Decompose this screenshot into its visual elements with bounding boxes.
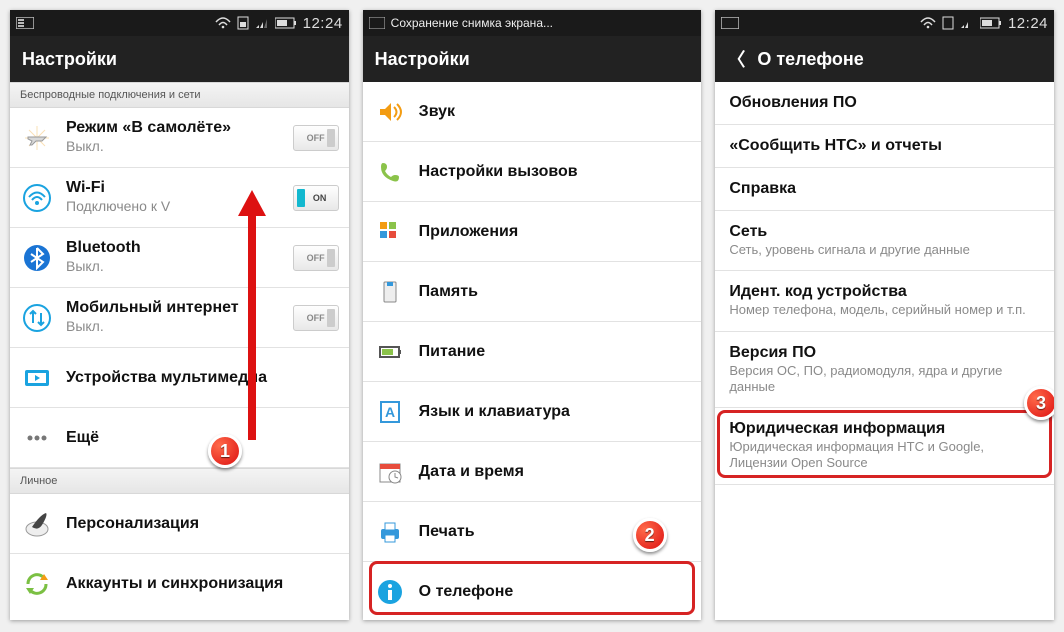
row-accounts[interactable]: Аккаунты и синхронизация [10, 554, 349, 614]
row-language[interactable]: A Язык и клавиатура [363, 382, 702, 442]
screenshot-2: Сохранение снимка экрана... Настройки Зв… [363, 10, 702, 620]
sync-icon [20, 567, 54, 601]
row-calls[interactable]: Настройки вызовов [363, 142, 702, 202]
info-icon [373, 575, 407, 609]
sound-icon [373, 95, 407, 129]
notification-icon [369, 17, 385, 29]
step-badge-2: 2 [633, 518, 667, 552]
row-sound[interactable]: Звук [363, 82, 702, 142]
row-device-id[interactable]: Идент. код устройства Номер телефона, мо… [715, 271, 1054, 331]
row-more[interactable]: Ещё [10, 408, 349, 468]
row-storage[interactable]: Память [363, 262, 702, 322]
data-toggle[interactable]: OFF [293, 305, 339, 331]
status-bar: 12:24 [715, 10, 1054, 36]
screenshot-1: 12:24 Настройки Беспроводные подключения… [10, 10, 349, 620]
wifi-toggle[interactable]: ON [293, 185, 339, 211]
wifi-icon [920, 17, 936, 29]
screen-title: Настройки [363, 36, 702, 82]
row-airplane[interactable]: Режим «В самолёте» Выкл. OFF [10, 108, 349, 168]
more-icon [20, 421, 54, 455]
storage-icon [373, 275, 407, 309]
row-mobile-data[interactable]: Мобильный интернет Выкл. OFF [10, 288, 349, 348]
row-apps[interactable]: Приложения [363, 202, 702, 262]
row-personalization[interactable]: Персонализация [10, 494, 349, 554]
wifi-icon [215, 17, 231, 29]
signal-icon [960, 17, 974, 29]
media-icon [20, 361, 54, 395]
row-legal[interactable]: Юридическая информация Юридическая инфор… [715, 408, 1054, 485]
wifi-icon [20, 181, 54, 215]
saving-text: Сохранение снимка экрана... [391, 16, 553, 30]
svg-text:A: A [385, 404, 395, 420]
battery-icon [980, 17, 1002, 29]
back-icon[interactable]: 〈 [727, 46, 747, 72]
airplane-toggle[interactable]: OFF [293, 125, 339, 151]
screen-title[interactable]: 〈 О телефоне [715, 36, 1054, 82]
bluetooth-icon [20, 241, 54, 275]
signal-icon [255, 17, 269, 29]
row-sw-version[interactable]: Версия ПО Версия ОС, ПО, радиомодуля, яд… [715, 332, 1054, 409]
row-report-htc[interactable]: «Сообщить HTC» и отчеты [715, 125, 1054, 168]
row-media[interactable]: Устройства мультимедиа [10, 348, 349, 408]
row-about[interactable]: О телефоне [363, 562, 702, 620]
section-personal: Личное [10, 468, 349, 494]
about-list: Обновления ПО «Сообщить HTC» и отчеты Сп… [715, 82, 1054, 620]
bt-toggle[interactable]: OFF [293, 245, 339, 271]
sim-icon [942, 16, 954, 30]
settings-list: Беспроводные подключения и сети Режим «В… [10, 82, 349, 620]
row-network[interactable]: Сеть Сеть, уровень сигнала и другие данн… [715, 211, 1054, 271]
step-badge-1: 1 [208, 434, 242, 468]
notification-icon [721, 17, 739, 29]
brush-icon [20, 507, 54, 541]
notification-icon [16, 17, 34, 29]
language-icon: A [373, 395, 407, 429]
airplane-icon [20, 121, 54, 155]
sim-icon [237, 16, 249, 30]
battery-icon [373, 335, 407, 369]
data-icon [20, 301, 54, 335]
battery-icon [275, 17, 297, 29]
clock: 12:24 [1008, 15, 1048, 32]
section-wireless: Беспроводные подключения и сети [10, 82, 349, 108]
screenshot-3: 12:24 〈 О телефоне Обновления ПО «Сообщи… [715, 10, 1054, 620]
status-bar: Сохранение снимка экрана... [363, 10, 702, 36]
row-bluetooth[interactable]: Bluetooth Выкл. OFF [10, 228, 349, 288]
row-wifi[interactable]: Wi-Fi Подключено к V ON [10, 168, 349, 228]
calendar-icon [373, 455, 407, 489]
row-power[interactable]: Питание [363, 322, 702, 382]
phone-icon [373, 155, 407, 189]
row-updates[interactable]: Обновления ПО [715, 82, 1054, 125]
apps-icon [373, 215, 407, 249]
row-help[interactable]: Справка [715, 168, 1054, 211]
status-bar: 12:24 [10, 10, 349, 36]
print-icon [373, 515, 407, 549]
row-datetime[interactable]: Дата и время [363, 442, 702, 502]
screen-title: Настройки [10, 36, 349, 82]
clock: 12:24 [303, 15, 343, 32]
step-badge-3: 3 [1024, 386, 1054, 420]
